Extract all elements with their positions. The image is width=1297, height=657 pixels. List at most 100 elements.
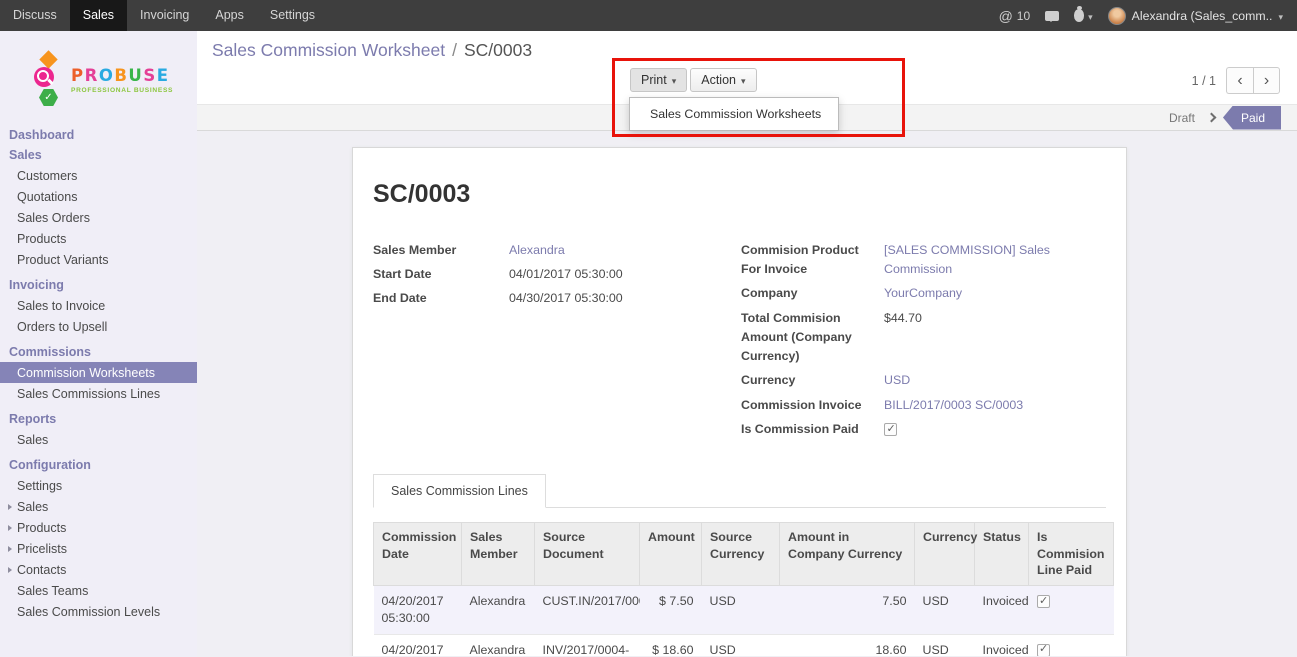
table-row[interactable]: 04/20/2017 05:30:00 Alexandra INV/2017/0… <box>374 634 1114 656</box>
field-group-right: Commision Product For Invoice [SALES COM… <box>741 241 1106 444</box>
cell-line-paid <box>1029 586 1114 634</box>
notebook: Sales Commission Lines Commission Date S… <box>373 474 1106 656</box>
top-navbar: Discuss Sales Invoicing Apps Settings 10… <box>0 0 1297 31</box>
chevron-down-icon <box>1278 9 1283 23</box>
expand-caret-icon <box>8 567 12 573</box>
logo-hexagon-check-icon <box>39 89 58 106</box>
end-date-value: 04/30/2017 05:30:00 <box>509 289 741 308</box>
sidebar-item-config-sales[interactable]: Sales <box>0 496 197 517</box>
menu-apps[interactable]: Apps <box>202 0 257 31</box>
sidebar-section-configuration[interactable]: Configuration <box>0 455 197 475</box>
cell-amount: $ 18.60 <box>640 634 702 656</box>
sidebar-section-sales[interactable]: Sales <box>0 145 197 165</box>
top-menu: Discuss Sales Invoicing Apps Settings <box>0 0 328 31</box>
systray: 10 Alexandra (Sales_comm.. <box>999 0 1297 31</box>
sidebar-item-quotations[interactable]: Quotations <box>0 186 197 207</box>
is-commission-paid-value <box>884 420 1106 439</box>
sidebar-item-contacts[interactable]: Contacts <box>0 559 197 580</box>
sidebar-item-reports-sales[interactable]: Sales <box>0 429 197 450</box>
is-commission-paid-checkbox[interactable] <box>884 423 897 436</box>
sidebar-section-commissions[interactable]: Commissions <box>0 342 197 362</box>
field-label-company: Company <box>741 284 884 303</box>
expand-caret-icon <box>8 525 12 531</box>
currency-link[interactable]: USD <box>884 371 1106 390</box>
control-panel: Sales Commission Worksheet/SC/0003 Print… <box>197 31 1297 104</box>
start-date-value: 04/01/2017 05:30:00 <box>509 265 741 284</box>
menu-invoicing[interactable]: Invoicing <box>127 0 202 31</box>
logo-title: PROBUSE <box>71 66 173 85</box>
probuse-logo-icon <box>34 51 62 109</box>
field-label-sales-member: Sales Member <box>373 241 509 260</box>
col-header-currency: Currency <box>915 522 975 585</box>
sidebar-item-orders-to-upsell[interactable]: Orders to Upsell <box>0 316 197 337</box>
sidebar-nav: Dashboard Sales Customers Quotations Sal… <box>0 123 197 622</box>
pager-previous-button[interactable] <box>1226 67 1253 94</box>
record-title: SC/0003 <box>373 180 1106 209</box>
sidebar-item-sales-teams[interactable]: Sales Teams <box>0 580 197 601</box>
menu-discuss[interactable]: Discuss <box>0 0 70 31</box>
logo-diamond-shape <box>39 50 57 68</box>
status-paid[interactable]: Paid <box>1223 106 1281 130</box>
table-header-row: Commission Date Sales Member Source Docu… <box>374 522 1114 585</box>
cell-commission-date: 04/20/2017 05:30:00 <box>374 586 462 634</box>
commission-product-link[interactable]: [SALES COMMISSION] Sales Commission <box>884 241 1106 279</box>
pager-buttons <box>1226 67 1280 94</box>
cell-amount: $ 7.50 <box>640 586 702 634</box>
action-button[interactable]: Action <box>690 68 756 92</box>
line-paid-checkbox <box>1037 595 1050 608</box>
sales-member-link[interactable]: Alexandra <box>509 241 741 260</box>
chat-icon[interactable] <box>1045 11 1059 21</box>
print-button[interactable]: Print <box>630 68 687 92</box>
col-header-commission-date: Commission Date <box>374 522 462 585</box>
sidebar-item-settings[interactable]: Settings <box>0 475 197 496</box>
col-header-amount: Amount <box>640 522 702 585</box>
sidebar-item-commission-worksheets[interactable]: Commission Worksheets <box>0 362 197 383</box>
user-menu[interactable]: Alexandra (Sales_comm.. <box>1108 7 1283 25</box>
cell-source-document: INV/2017/0004-SO008 <box>535 634 640 656</box>
sidebar-item-sales-orders[interactable]: Sales Orders <box>0 207 197 228</box>
dropdown-item-sales-commission-worksheets[interactable]: Sales Commission Worksheets <box>630 103 838 125</box>
sidebar-item-label: Pricelists <box>17 542 67 556</box>
sidebar-section-reports[interactable]: Reports <box>0 409 197 429</box>
col-header-is-commission-line-paid: Is Commision Line Paid <box>1029 522 1114 585</box>
sidebar-item-sales-commissions-lines[interactable]: Sales Commissions Lines <box>0 383 197 404</box>
sidebar-item-product-variants[interactable]: Product Variants <box>0 249 197 270</box>
sidebar-item-products[interactable]: Products <box>0 228 197 249</box>
avatar <box>1108 7 1126 25</box>
cell-status: Invoiced <box>975 586 1029 634</box>
debug-menu[interactable] <box>1074 9 1093 23</box>
notebook-tabs: Sales Commission Lines <box>373 474 1106 508</box>
sidebar-item-config-products[interactable]: Products <box>0 517 197 538</box>
logo-magnifier-icon <box>34 67 54 87</box>
probuse-logo[interactable]: PROBUSE PROFESSIONAL BUSINESS <box>0 31 197 123</box>
cell-line-paid <box>1029 634 1114 656</box>
col-header-source-currency: Source Currency <box>702 522 780 585</box>
pager-next-button[interactable] <box>1253 67 1280 94</box>
mention-count: 10 <box>1017 9 1030 23</box>
sidebar-section-invoicing[interactable]: Invoicing <box>0 275 197 295</box>
mention-counter[interactable]: 10 <box>999 8 1031 24</box>
print-button-label: Print <box>641 73 667 87</box>
tab-sales-commission-lines[interactable]: Sales Commission Lines <box>373 474 546 508</box>
cell-company-amount: 7.50 <box>780 586 915 634</box>
app-window: Discuss Sales Invoicing Apps Settings 10… <box>0 0 1297 657</box>
sidebar-item-sales-to-invoice[interactable]: Sales to Invoice <box>0 295 197 316</box>
breadcrumb-parent-link[interactable]: Sales Commission Worksheet <box>212 40 445 60</box>
cell-company-amount: 18.60 <box>780 634 915 656</box>
cell-source-document: CUST.IN/2017/0001 <box>535 586 640 634</box>
company-link[interactable]: YourCompany <box>884 284 1106 303</box>
field-label-end-date: End Date <box>373 289 509 308</box>
menu-settings[interactable]: Settings <box>257 0 328 31</box>
menu-sales[interactable]: Sales <box>70 0 127 31</box>
commission-invoice-link[interactable]: BILL/2017/0003 SC/0003 <box>884 396 1106 415</box>
sidebar-item-dashboard[interactable]: Dashboard <box>0 125 197 145</box>
status-draft[interactable]: Draft <box>1169 111 1195 125</box>
user-name: Alexandra (Sales_comm.. <box>1132 9 1273 23</box>
chevron-down-icon <box>741 73 746 87</box>
sidebar-item-customers[interactable]: Customers <box>0 165 197 186</box>
chevron-down-icon <box>672 73 677 87</box>
sidebar-item-pricelists[interactable]: Pricelists <box>0 538 197 559</box>
table-row[interactable]: 04/20/2017 05:30:00 Alexandra CUST.IN/20… <box>374 586 1114 634</box>
sidebar-item-sales-commission-levels[interactable]: Sales Commission Levels <box>0 601 197 622</box>
logo-subtitle: PROFESSIONAL BUSINESS <box>71 87 173 94</box>
